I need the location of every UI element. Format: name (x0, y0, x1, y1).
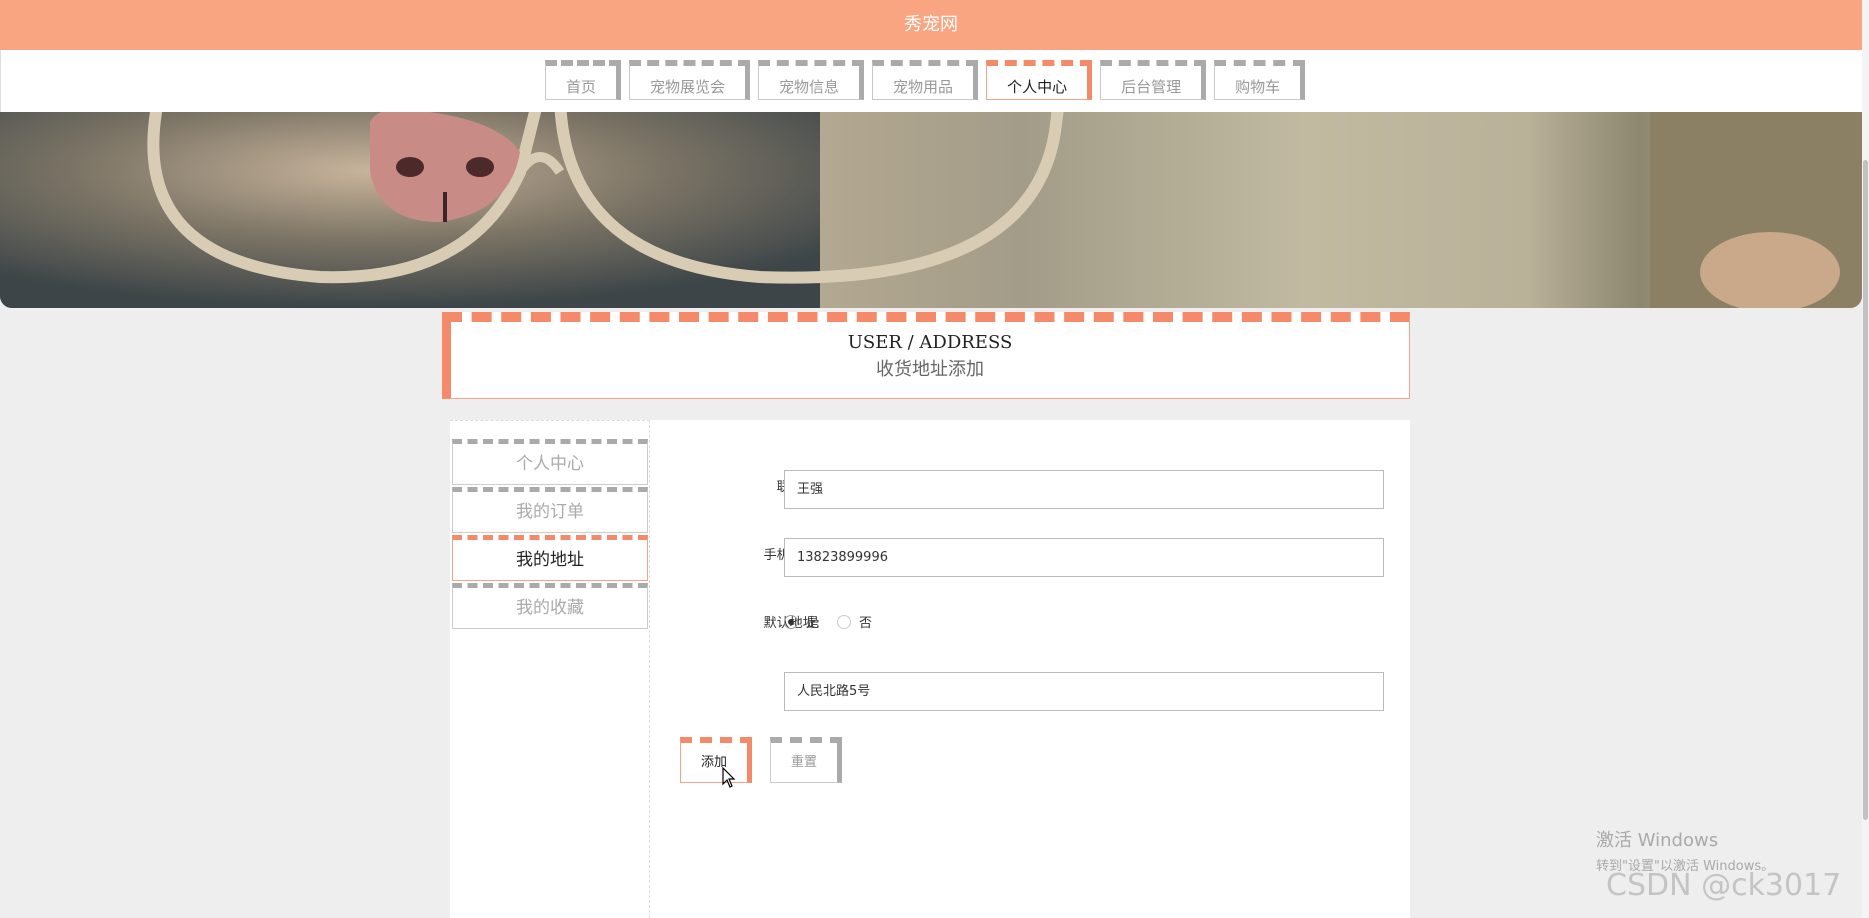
content-panel: 个人中心 我的订单 我的地址 我的收藏 联系人: 王强 手机号码: 138238… (450, 420, 1410, 918)
site-title: 秀宠网 (904, 14, 958, 35)
contact-input[interactable]: 王强 (784, 470, 1384, 509)
activate-windows-title: 激活 Windows (1596, 830, 1719, 851)
address-input[interactable]: 人民北路5号 (784, 672, 1384, 711)
page-scrollbar[interactable] (1862, 0, 1869, 918)
radio-yes-label: 是 (806, 616, 820, 631)
radio-no-label: 否 (859, 616, 873, 631)
nav-tab-personal-center[interactable]: 个人中心 (986, 60, 1093, 100)
radio-no[interactable] (837, 614, 852, 629)
sidebar-item-my-orders[interactable]: 我的订单 (452, 487, 648, 533)
csdn-watermark: CSDN @ck3017 (1606, 868, 1842, 903)
nav-tab-cart[interactable]: 购物车 (1214, 60, 1306, 100)
sidebar-item-my-address[interactable]: 我的地址 (452, 535, 648, 581)
nav-tab-pet-info[interactable]: 宠物信息 (758, 60, 865, 100)
reset-button[interactable]: 重置 (770, 737, 843, 783)
nav-tab-home[interactable]: 首页 (545, 60, 622, 100)
nav-tab-pet-supplies[interactable]: 宠物用品 (872, 60, 979, 100)
section-title-cn: 收货地址添加 (876, 359, 984, 380)
add-button[interactable]: 添加 (680, 737, 753, 783)
nav-tab-admin[interactable]: 后台管理 (1100, 60, 1207, 100)
nav-tab-pet-exhibition[interactable]: 宠物展览会 (629, 60, 751, 100)
hero-banner-image (0, 112, 1862, 308)
windows-activation-watermark: 激活 Windows 转到"设置"以激活 Windows。 (1596, 826, 1774, 874)
sidebar-item-personal-center[interactable]: 个人中心 (452, 439, 648, 485)
main-navigation: 首页 宠物展览会 宠物信息 宠物用品 个人中心 后台管理 购物车 (0, 50, 1862, 112)
user-sidebar-menu: 个人中心 我的订单 我的地址 我的收藏 (450, 420, 650, 918)
section-title-en: USER / ADDRESS (847, 332, 1013, 353)
top-header-bar: 秀宠网 (0, 0, 1862, 50)
cat-with-glasses-illustration (0, 112, 1862, 308)
scrollbar-thumb[interactable] (1863, 160, 1868, 820)
default-address-radio-group: 是 否 (784, 612, 872, 631)
radio-yes[interactable] (784, 614, 798, 629)
sidebar-item-my-favorites[interactable]: 我的收藏 (452, 583, 648, 629)
phone-input[interactable]: 13823899996 (784, 538, 1384, 577)
mouse-cursor-icon (722, 767, 736, 788)
nav-tab-list: 首页 宠物展览会 宠物信息 宠物用品 个人中心 后台管理 购物车 (545, 60, 1306, 100)
section-heading: USER / ADDRESS 收货地址添加 (442, 312, 1410, 399)
